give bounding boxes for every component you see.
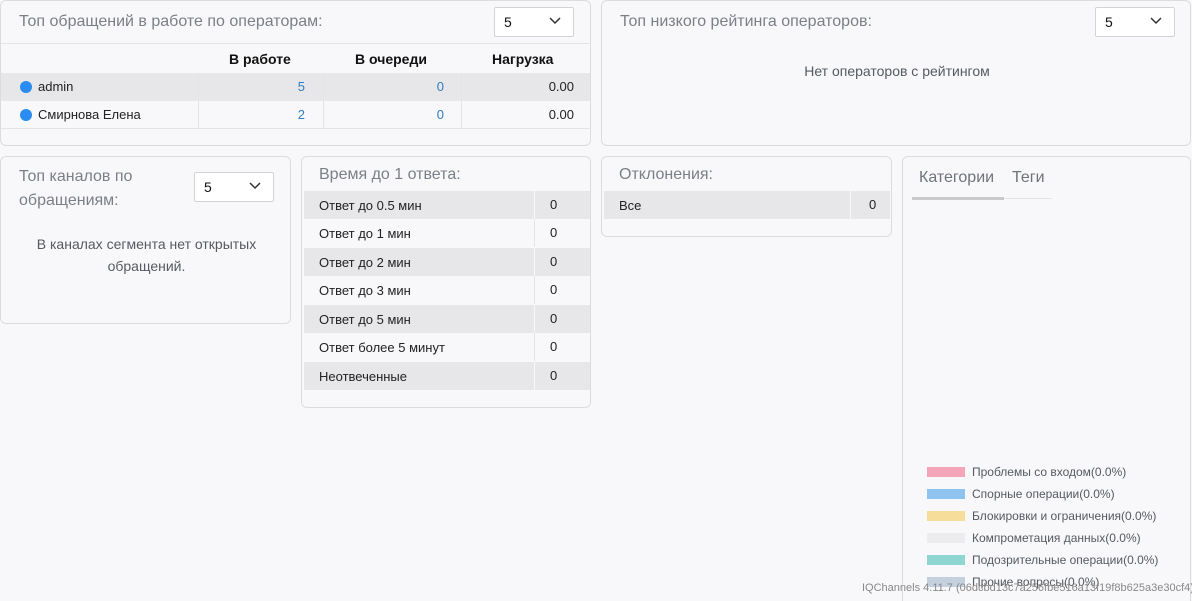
categories-panel: Категории Теги Проблемы со входом(0.0%) …	[902, 156, 1191, 601]
operator-name: Смирнова Елена	[38, 107, 141, 122]
operators-panel-title: Топ обращений в работе по операторам:	[19, 13, 323, 30]
column-in-work: В работе	[229, 51, 291, 67]
legend-swatch	[927, 533, 965, 543]
table-row[interactable]: Смирнова Елена 2 0 0.00	[1, 101, 590, 129]
operators-table-header: В работе В очереди Нагрузка	[1, 43, 590, 73]
operator-name: admin	[38, 79, 74, 94]
row-value: 0	[534, 362, 590, 390]
legend-label: Подозрительные операции(0.0%)	[972, 553, 1159, 567]
operator-in-work[interactable]: 2	[198, 101, 323, 129]
table-row: Ответ до 5 мин 0	[304, 305, 590, 333]
row-value: 0	[850, 191, 890, 219]
operator-load: 0.00	[461, 101, 590, 129]
table-row: Ответ до 0.5 мин 0	[304, 191, 590, 219]
low-rating-limit-value: 5	[1105, 14, 1113, 30]
low-rating-limit-select[interactable]: 5	[1095, 7, 1175, 37]
first-response-title: Время до 1 ответа:	[319, 166, 461, 183]
row-value: 0	[534, 248, 590, 276]
row-label: Все	[619, 198, 642, 213]
channels-empty-line2: обращений.	[107, 258, 186, 274]
channels-limit-select[interactable]: 5	[194, 172, 274, 202]
deviations-panel: Отклонения: Все 0	[601, 156, 892, 237]
chevron-down-icon	[249, 182, 261, 190]
row-value: 0	[534, 191, 590, 219]
legend-label: Проблемы со входом(0.0%)	[972, 465, 1127, 479]
legend-swatch	[927, 555, 965, 565]
table-row: Ответ до 3 мин 0	[304, 276, 590, 304]
status-dot-icon	[20, 109, 32, 121]
chevron-down-icon	[549, 17, 561, 25]
table-row: Ответ до 2 мин 0	[304, 248, 590, 276]
row-label: Ответ до 3 мин	[319, 283, 411, 298]
operators-limit-select[interactable]: 5	[494, 7, 574, 37]
legend-swatch	[927, 489, 965, 499]
row-label: Ответ до 0.5 мин	[319, 198, 422, 213]
table-row: Все 0	[604, 191, 890, 219]
row-label: Ответ до 2 мин	[319, 255, 411, 270]
table-row: Ответ более 5 минут 0	[304, 333, 590, 361]
tab-underline	[1004, 198, 1052, 199]
active-tab-indicator	[912, 197, 1004, 200]
legend-label: Компрометация данных(0.0%)	[972, 531, 1141, 545]
table-row: Неотвеченные 0	[304, 362, 590, 390]
channels-limit-value: 5	[204, 179, 212, 195]
channels-title-line2: обращениям:	[19, 192, 119, 209]
row-label: Ответ до 1 мин	[319, 226, 411, 241]
legend-swatch	[927, 467, 965, 477]
row-value: 0	[534, 333, 590, 361]
table-row: Ответ до 1 мин 0	[304, 219, 590, 247]
version-footer: IQChannels 4.11.7 (06dcbd13c7a256fbe516a…	[862, 582, 1192, 594]
status-dot-icon	[20, 81, 32, 93]
low-rating-panel-title: Топ низкого рейтинга операторов:	[620, 13, 872, 30]
column-load: Нагрузка	[492, 51, 554, 67]
operator-in-work[interactable]: 5	[198, 73, 323, 101]
tab-categories[interactable]: Категории	[919, 169, 994, 187]
row-label: Ответ более 5 минут	[319, 340, 445, 355]
operator-in-queue[interactable]: 0	[323, 73, 461, 101]
row-value: 0	[534, 305, 590, 333]
operators-limit-value: 5	[504, 14, 512, 30]
chevron-down-icon	[1150, 17, 1162, 25]
operator-in-queue[interactable]: 0	[323, 101, 461, 129]
low-rating-empty-text: Нет операторов с рейтингом	[804, 63, 990, 79]
channels-panel-title: Топ каналов по обращениям:	[19, 165, 132, 213]
operator-load: 0.00	[461, 73, 590, 101]
row-label: Неотвеченные	[319, 369, 408, 384]
channels-panel: Топ каналов по обращениям: 5 В каналах с…	[0, 156, 291, 324]
channels-title-line1: Топ каналов по	[19, 168, 133, 185]
low-rating-panel: Топ низкого рейтинга операторов: 5 Нет о…	[601, 0, 1191, 146]
row-value: 0	[534, 219, 590, 247]
channels-empty-line1: В каналах сегмента нет открытых	[36, 236, 257, 252]
first-response-panel: Время до 1 ответа: Ответ до 0.5 мин 0 От…	[301, 156, 591, 408]
column-in-queue: В очереди	[355, 51, 427, 67]
table-row[interactable]: admin 5 0 0.00	[1, 73, 590, 101]
legend-swatch	[927, 511, 965, 521]
row-value: 0	[534, 276, 590, 304]
row-label: Ответ до 5 мин	[319, 312, 411, 327]
operators-panel: Топ обращений в работе по операторам: 5 …	[0, 0, 591, 146]
legend-label: Блокировки и ограничения(0.0%)	[972, 509, 1157, 523]
deviations-title: Отклонения:	[619, 166, 713, 183]
channels-empty-text: В каналах сегмента нет открытых обращени…	[1, 233, 290, 277]
tab-tags[interactable]: Теги	[1012, 169, 1045, 187]
legend-label: Спорные операции(0.0%)	[972, 487, 1115, 501]
